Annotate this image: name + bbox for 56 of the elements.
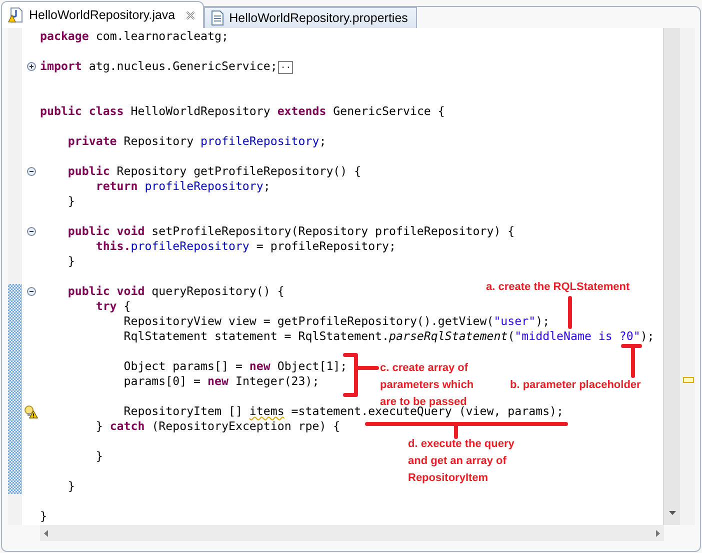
annotation-text: d. execute the query and get an array of RepositoryItem (408, 437, 514, 486)
code-keyword: public void (66, 224, 145, 239)
code-text: Repository (122, 134, 195, 149)
code-keyword: new (208, 374, 228, 389)
code-keyword: return (94, 179, 139, 194)
code-text: RepositoryItem [] (122, 404, 244, 419)
code-string: "middleName is ?0" (514, 329, 640, 344)
code-keyword: package (40, 29, 89, 44)
code-text: ; (319, 134, 326, 149)
folded-code-marker[interactable]: .. (278, 61, 294, 74)
code-text: RqlStatement statement = RqlStatement. (122, 329, 390, 344)
code-text: } (66, 194, 75, 209)
code-text: RepositoryView view = getProfileRepository().getView( (122, 314, 494, 329)
code-text: com.learnoracleatg; (94, 29, 228, 44)
code-keyword: this. (94, 239, 131, 254)
code-text: (RepositoryException rpe) { (150, 419, 340, 434)
code-text: Repository getProfileRepository() { (116, 164, 362, 179)
code-identifier: profileRepository (130, 239, 250, 254)
code-text: Object[1]; (276, 359, 348, 374)
code-text: Object params[] = (122, 359, 244, 374)
code-identifier: parseRqlStatement (389, 329, 508, 344)
editor-tab[interactable]: HelloWorldRepository.java (1, 1, 204, 28)
code-text: ); (640, 329, 654, 344)
code-text: } (66, 254, 75, 269)
code-keyword: public class (40, 104, 124, 119)
code-identifier: profileRepository (144, 179, 264, 194)
code-text: } (66, 479, 75, 494)
code-keyword: catch (110, 419, 145, 434)
code-text: queryRepository() { (150, 284, 284, 299)
code-text: } (94, 419, 104, 434)
code-text: } (40, 509, 47, 524)
code-keyword: public (66, 164, 110, 179)
code-text: } (94, 449, 103, 464)
code-string: "user" (494, 314, 536, 329)
code-text: GenericService { (332, 104, 445, 119)
code-text: = profileRepository; (255, 239, 396, 254)
annotation-text: b. parameter placeholder (510, 378, 641, 393)
code-keyword: private (66, 134, 117, 149)
code-text: params[0] = (122, 374, 202, 389)
code-text: HelloWorldRepository (130, 104, 272, 119)
code-keyword: import (40, 59, 82, 74)
code-text: Integer(23); (234, 374, 320, 389)
code-text: ( (508, 329, 515, 344)
code-keyword: public void (66, 284, 145, 299)
code-text: { (122, 299, 131, 314)
code-text: ); (536, 314, 550, 329)
code-keyword: try (94, 299, 117, 314)
code-text: setProfileRepository(Repository profileRepository) { (150, 224, 515, 239)
warning-text: items (249, 404, 284, 419)
code-text: ; (263, 179, 270, 194)
code-text: atg.nucleus.GenericService; (88, 59, 278, 74)
code-identifier: profileRepository (200, 134, 320, 149)
annotation-text: a. create the RQLStatement (486, 280, 630, 295)
editor-tab[interactable]: HelloWorldRepository.properties (204, 7, 417, 28)
code-keyword: extends (277, 104, 326, 119)
code-keyword: new (249, 359, 270, 374)
